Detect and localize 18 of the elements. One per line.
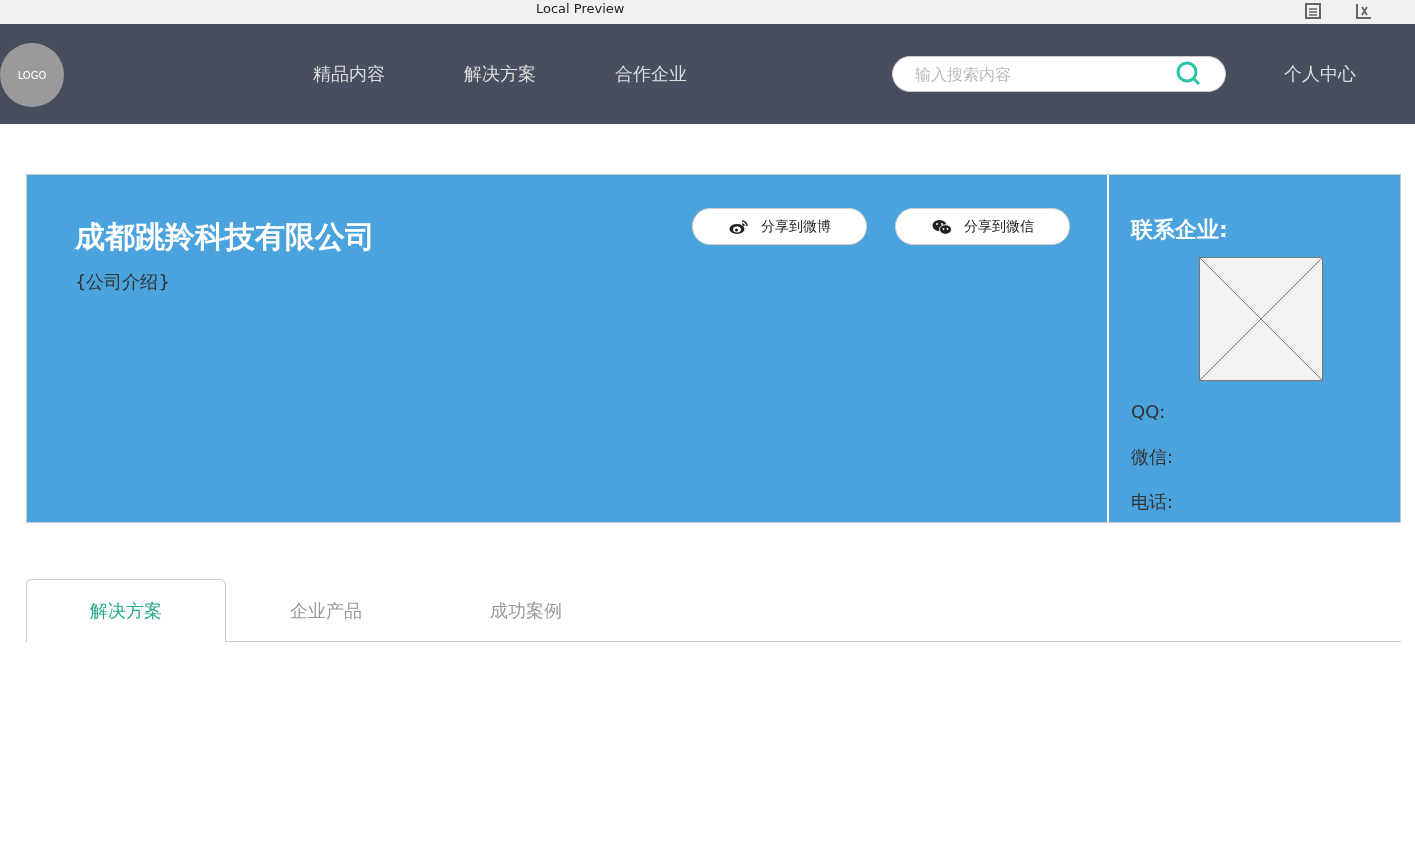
share-button[interactable]: 分享到微博 xyxy=(692,208,867,245)
document-icon[interactable] xyxy=(1304,3,1322,19)
weibo-icon xyxy=(728,218,749,235)
nav-link[interactable]: 合作企业 xyxy=(615,62,766,86)
contact-label: 微信: xyxy=(1131,445,1175,469)
nav-link[interactable]: 解决方案 xyxy=(464,62,615,86)
contact-label: 电话: xyxy=(1131,490,1175,514)
function-icon[interactable] xyxy=(1355,3,1373,19)
contact-label: QQ: xyxy=(1131,400,1167,424)
nav-link[interactable]: 精品内容 xyxy=(313,62,464,86)
window-title: Local Preview xyxy=(536,2,625,16)
user-center-link[interactable]: 个人中心 xyxy=(1284,62,1356,86)
share-button[interactable]: 分享到微信 xyxy=(895,208,1070,245)
wechat-icon xyxy=(931,218,952,235)
contact-heading: 联系企业: xyxy=(1131,216,1229,244)
company-name: 成都跳羚科技有限公司 xyxy=(75,218,376,256)
company-intro: {公司介绍} xyxy=(75,270,171,294)
search-field[interactable]: 输入搜索内容 xyxy=(892,56,1226,92)
